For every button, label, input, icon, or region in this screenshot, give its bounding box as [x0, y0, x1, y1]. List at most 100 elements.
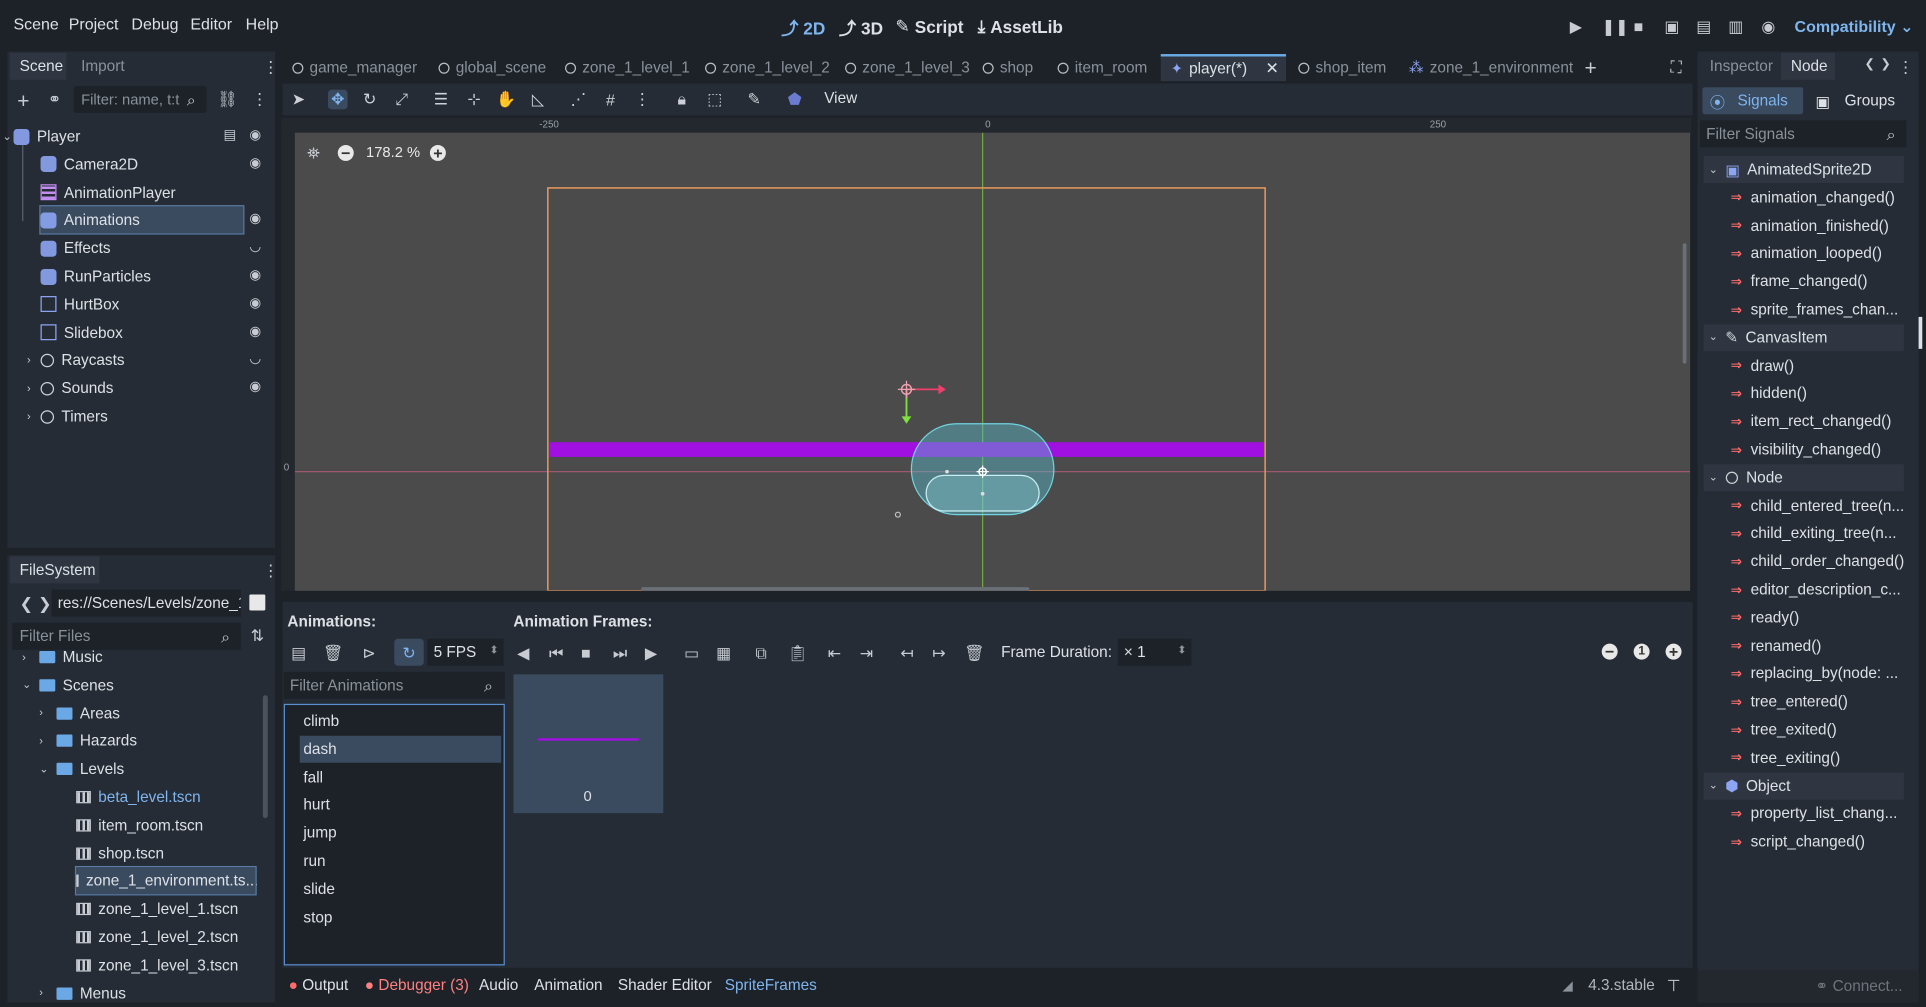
- tab-node[interactable]: Node: [1781, 52, 1836, 80]
- signal-child-exiting-tree-n[interactable]: ⇒ child_exiting_tree(n...: [1731, 520, 1897, 547]
- menu-debug[interactable]: Debug: [131, 15, 178, 33]
- select-mode-icon[interactable]: ➤: [289, 90, 309, 110]
- signal-animation-finished[interactable]: ⇒ animation_finished(): [1731, 212, 1889, 239]
- movie-maker-icon[interactable]: ◉: [1761, 18, 1775, 34]
- insert-after-icon[interactable]: ⇥: [860, 645, 873, 661]
- mode-2d-button[interactable]: ⤴ 2D: [781, 16, 825, 41]
- scene-tree-node-hurtbox[interactable]: HurtBox: [40, 291, 244, 318]
- visibility-eye-icon[interactable]: ◉: [249, 324, 261, 339]
- visibility-eye-icon[interactable]: ◉: [249, 128, 261, 143]
- scene-tree-node-raycasts[interactable]: › Raycasts: [27, 347, 244, 374]
- groups-tab[interactable]: ▣ Groups: [1811, 87, 1909, 114]
- loop-icon[interactable]: ↻: [394, 638, 424, 666]
- play-backwards-from-end-icon[interactable]: ⏮: [549, 645, 563, 661]
- signal-group-node[interactable]: ⌄ Node: [1703, 464, 1904, 492]
- fs-item-hazards[interactable]: › Hazards: [39, 728, 256, 755]
- scene-tab-zone-1-level-2[interactable]: zone_1_level_2: [705, 54, 830, 81]
- pause-icon[interactable]: ❚❚: [1602, 18, 1629, 34]
- visibility-eye-icon[interactable]: ◉: [249, 212, 261, 227]
- scene-tree-node-animationplayer[interactable]: AnimationPlayer: [40, 179, 244, 206]
- delete-animation-icon[interactable]: 🗑︎: [323, 645, 343, 661]
- animation-item-slide[interactable]: slide: [300, 876, 501, 903]
- menu-help[interactable]: Help: [246, 15, 279, 33]
- mode-script-button[interactable]: ✎ Script: [895, 16, 963, 37]
- scene-tree-node-animations[interactable]: Animations: [39, 205, 245, 236]
- new-animation-icon[interactable]: ▤: [291, 645, 306, 661]
- signal-frame-changed[interactable]: ⇒ frame_changed(): [1731, 268, 1868, 295]
- scene-tab-zone-1-environment[interactable]: ⁂ zone_1_environment: [1409, 54, 1573, 81]
- insert-before-icon[interactable]: ⇤: [828, 645, 841, 661]
- play-icon[interactable]: ▶: [1570, 18, 1582, 34]
- signal-group-canvasitem[interactable]: ⌄ ✎ CanvasItem: [1703, 324, 1904, 352]
- group-icon[interactable]: ⬚: [705, 90, 725, 110]
- scene-tab-item-room[interactable]: item_room: [1057, 54, 1147, 81]
- stop-animation-icon[interactable]: ■: [581, 645, 591, 661]
- pan-icon[interactable]: ✋: [496, 90, 516, 110]
- signal-ready[interactable]: ⇒ ready(): [1731, 604, 1800, 631]
- tab-import[interactable]: Import: [71, 53, 134, 80]
- fs-item-zone-1-level-1-tscn[interactable]: zone_1_level_1.tscn: [76, 896, 255, 923]
- signal-animation-changed[interactable]: ⇒ animation_changed(): [1731, 184, 1895, 211]
- prev-dock-icon[interactable]: ❮: [1865, 58, 1875, 71]
- scene-tab-zone-1-level-3[interactable]: zone_1_level_3: [845, 54, 970, 81]
- signal-visibility-changed[interactable]: ⇒ visibility_changed(): [1731, 436, 1882, 463]
- scale-mode-icon[interactable]: ⤢: [392, 90, 412, 110]
- menu-project[interactable]: Project: [69, 15, 119, 33]
- add-tab-icon[interactable]: +: [1585, 58, 1597, 79]
- collapse-arrow-icon[interactable]: ⌄: [1709, 163, 1718, 175]
- tab-output[interactable]: ● Output: [289, 976, 349, 993]
- animation-item-run[interactable]: run: [300, 848, 501, 875]
- fs-item-zone-1-level-3-tscn[interactable]: zone_1_level_3.tscn: [76, 952, 255, 979]
- scene-tab-zone-1-level-1[interactable]: zone_1_level_1: [565, 54, 690, 81]
- fs-item-scenes[interactable]: ⌄ Scenes: [22, 672, 255, 699]
- scene-tree-node-runparticles[interactable]: RunParticles: [40, 263, 244, 290]
- scene-tab-player-[interactable]: ✦ player(*) ✕: [1160, 54, 1287, 82]
- dock-menu-icon[interactable]: ⋮: [263, 59, 279, 75]
- animation-item-dash[interactable]: dash: [299, 735, 502, 763]
- collapse-arrow-icon[interactable]: ⌄: [1709, 331, 1718, 343]
- dock-menu-icon[interactable]: ⋮: [1898, 59, 1914, 75]
- smart-snap-icon[interactable]: ⋰: [569, 90, 589, 110]
- sort-icon[interactable]: ⇅: [251, 628, 264, 644]
- close-tab-icon[interactable]: ✕: [1266, 59, 1279, 79]
- frame-thumbnail[interactable]: 0: [513, 674, 664, 814]
- visibility-eye-icon[interactable]: ◉: [249, 380, 261, 395]
- visibility-eye-icon[interactable]: ◉: [249, 268, 261, 283]
- next-dock-icon[interactable]: ❯: [1881, 58, 1891, 71]
- back-icon[interactable]: ❮: [20, 596, 33, 612]
- fps-spinbox[interactable]: 5 FPS ⬍: [427, 638, 504, 666]
- collapse-arrow-icon[interactable]: ⌄: [22, 679, 31, 691]
- delete-frame-icon[interactable]: 🗑︎: [964, 645, 984, 661]
- tab-shader-editor[interactable]: Shader Editor: [618, 976, 712, 993]
- link-icon[interactable]: ⚭: [48, 91, 61, 107]
- signal-sprite-frames-chan[interactable]: ⇒ sprite_frames_chan...: [1731, 296, 1899, 323]
- visibility-hidden-icon[interactable]: ◡: [249, 352, 261, 367]
- bone-icon[interactable]: ✎: [744, 90, 764, 110]
- animation-filter-input[interactable]: Filter Animations: [283, 671, 505, 699]
- move-mode-icon[interactable]: ✥: [327, 89, 348, 110]
- scene-tree-node-player[interactable]: ⌄ Player: [2, 123, 247, 150]
- fs-menu-icon[interactable]: ⋮: [263, 563, 279, 579]
- view-menu[interactable]: View: [824, 90, 857, 107]
- visibility-eye-icon[interactable]: ◉: [249, 156, 261, 171]
- rotate-mode-icon[interactable]: ↻: [360, 90, 380, 110]
- fs-item-music[interactable]: › Music: [22, 644, 255, 671]
- tab-scene[interactable]: Scene: [9, 52, 67, 80]
- signal-hidden[interactable]: ⇒ hidden(): [1731, 380, 1807, 407]
- signal-group-animatedsprite2d[interactable]: ⌄ ▣ AnimatedSprite2D: [1703, 155, 1904, 184]
- stop-icon[interactable]: ■: [1634, 18, 1644, 34]
- fs-item-shop-tscn[interactable]: shop.tscn: [76, 840, 255, 867]
- viewport-h-scrollbar[interactable]: [641, 587, 1030, 591]
- fs-item-zone-1-environment-ts-[interactable]: zone_1_environment.ts...: [74, 866, 258, 896]
- signal-filter-input[interactable]: Filter Signals: [1699, 120, 1907, 148]
- paste-frame-icon[interactable]: 📋︎: [787, 645, 807, 661]
- signal-renamed[interactable]: ⇒ renamed(): [1731, 632, 1822, 659]
- signal-script-changed[interactable]: ⇒ script_changed(): [1731, 828, 1865, 855]
- collapse-arrow-icon[interactable]: ⌄: [1709, 471, 1718, 483]
- collapse-arrow-icon[interactable]: ⌄: [39, 763, 48, 775]
- list-select-icon[interactable]: ☰: [431, 90, 451, 110]
- collapse-arrow-icon[interactable]: ⌄: [1709, 779, 1718, 791]
- scene-tree-node-camera2d[interactable]: Camera2D: [40, 151, 244, 178]
- center-view-icon[interactable]: ⛯: [307, 145, 320, 161]
- tab-debugger[interactable]: ● Debugger (3): [365, 976, 469, 993]
